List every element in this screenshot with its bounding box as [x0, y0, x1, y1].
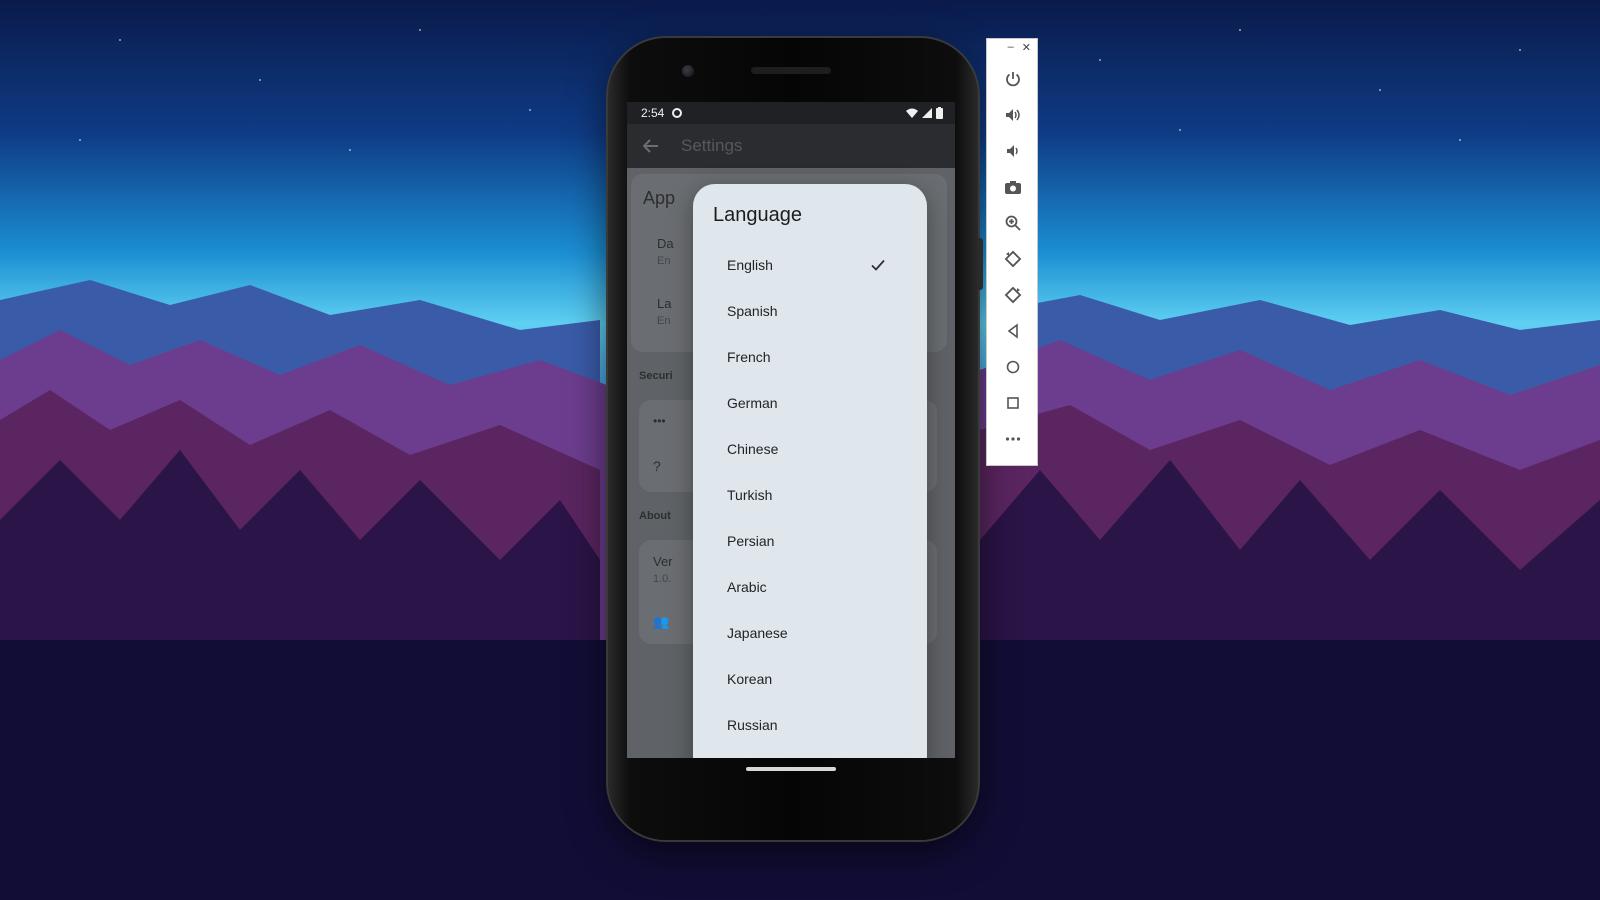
rotate-left-icon[interactable] [1001, 247, 1025, 271]
sync-icon [672, 108, 683, 118]
earpiece-speaker [751, 67, 831, 74]
version-label: Ver [653, 554, 673, 569]
password-icon: ••• [653, 414, 666, 428]
rotate-right-icon[interactable] [1001, 283, 1025, 307]
language-option-turkish[interactable]: Turkish [693, 472, 927, 518]
appearance-section-title: App [643, 188, 676, 208]
toolbar-window-controls: – ✕ [1008, 41, 1031, 54]
language-option-label: Spanish [727, 303, 778, 319]
language-option-label: Turkish [727, 487, 773, 503]
status-bar: 2:54 [627, 102, 955, 124]
language-option-persian[interactable]: Persian [693, 518, 927, 564]
language-option-label: Japanese [727, 625, 788, 641]
language-option-chinese[interactable]: Chinese [693, 426, 927, 472]
about-section-title: About [639, 510, 671, 522]
phone-screen: 2:54 Settings App Da En La En ◯ › [627, 102, 955, 758]
language-option-label: Arabic [727, 579, 767, 595]
security-section-title: Securi [639, 370, 673, 382]
cell-signal-icon [922, 108, 932, 118]
emulator-toolbar: – ✕ [986, 38, 1038, 466]
battery-icon [936, 107, 943, 119]
more-icon[interactable] [1001, 427, 1025, 451]
back-arrow-icon[interactable] [643, 139, 659, 153]
language-option-spanish[interactable]: Spanish [693, 288, 927, 334]
people-icon: 👥 [653, 614, 670, 629]
close-button[interactable]: ✕ [1022, 41, 1031, 54]
wifi-icon [906, 108, 918, 118]
gesture-home-bar[interactable] [746, 767, 836, 771]
language-option-english[interactable]: English [693, 242, 927, 288]
language-option-label: English [727, 257, 773, 273]
language-option-russian[interactable]: Russian [693, 702, 927, 748]
language-option-label: Persian [727, 533, 775, 549]
dialog-title: Language [713, 204, 802, 226]
overview-icon[interactable] [1001, 391, 1025, 415]
language-option-french[interactable]: French [693, 334, 927, 380]
status-icons [906, 107, 943, 119]
language-sub: En [657, 315, 671, 327]
language-option-label: German [727, 395, 778, 411]
language-option-label: Chinese [727, 441, 779, 457]
phone-power-button[interactable] [978, 238, 983, 290]
front-camera [682, 65, 694, 77]
language-option-japanese[interactable]: Japanese [693, 610, 927, 656]
language-dialog: Language English Spanish French German Chine… [693, 184, 927, 758]
language-option-german[interactable]: German [693, 380, 927, 426]
phone-device: 2:54 Settings App Da En La En ◯ › [608, 38, 983, 840]
zoom-icon[interactable] [1001, 211, 1025, 235]
language-option-korean[interactable]: Korean [693, 656, 927, 702]
dark-mode-sub: En [657, 255, 671, 267]
home-icon[interactable] [1001, 355, 1025, 379]
checkmark-icon [871, 259, 885, 271]
volume-down-icon[interactable] [1001, 139, 1025, 163]
back-icon[interactable] [1001, 319, 1025, 343]
help-icon: ? [653, 458, 661, 474]
volume-up-icon[interactable] [1001, 103, 1025, 127]
app-bar: Settings [627, 124, 955, 168]
minimize-button[interactable]: – [1008, 41, 1014, 54]
language-option-arabic[interactable]: Arabic [693, 564, 927, 610]
version-value: 1.0. [653, 573, 672, 585]
language-label: La [657, 296, 672, 311]
camera-icon[interactable] [1001, 175, 1025, 199]
status-time: 2:54 [641, 106, 665, 120]
language-option-label: French [727, 349, 771, 365]
dark-mode-label: Da [657, 236, 674, 251]
app-bar-title: Settings [681, 136, 743, 155]
language-option-label: Russian [727, 717, 778, 733]
power-icon[interactable] [1001, 67, 1025, 91]
language-option-label: Korean [727, 671, 773, 687]
language-list: English Spanish French German Chinese Turkish… [693, 242, 927, 748]
